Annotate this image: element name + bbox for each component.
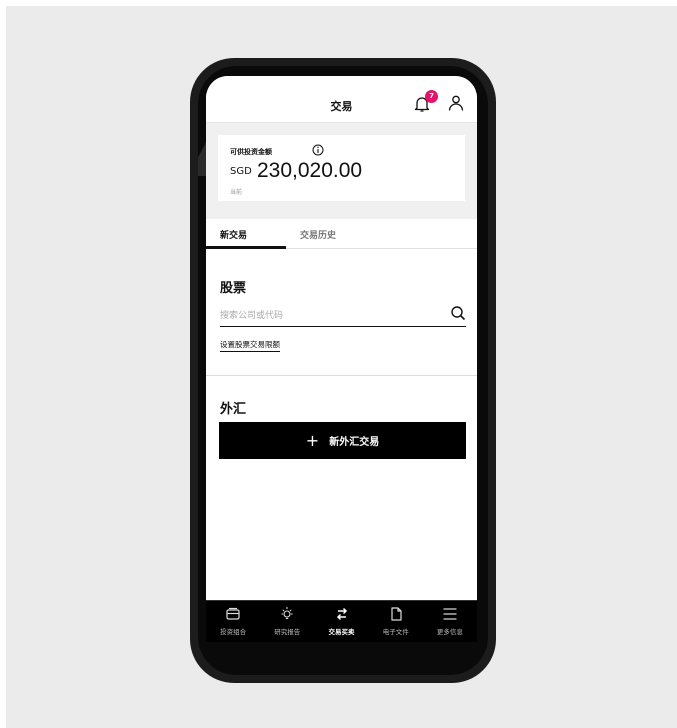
user-icon[interactable]	[447, 94, 465, 112]
info-icon[interactable]	[312, 144, 324, 156]
search-input[interactable]	[220, 306, 440, 326]
menu-icon	[443, 608, 457, 620]
set-trade-limit-link[interactable]: 设置股票交易限额	[220, 339, 280, 352]
stock-search-field	[220, 303, 466, 327]
nav-item-more[interactable]: 更多信息	[423, 601, 477, 642]
notification-badge: 7	[425, 90, 438, 103]
balance-card: 可供投资金额 SGD 230,020.00 当前	[218, 135, 465, 201]
new-fx-trade-label: 新外汇交易	[329, 437, 380, 448]
tab-new-trade[interactable]: 新交易	[220, 228, 247, 241]
active-tab-indicator	[206, 246, 286, 249]
nav-item-documents[interactable]: 电子文件	[369, 601, 423, 642]
lightbulb-icon	[281, 607, 293, 620]
balance-subtext: 当前	[230, 189, 243, 196]
fx-section-title: 外汇	[220, 402, 247, 417]
plus-icon: +	[305, 431, 320, 450]
nav-label-research: 研究报告	[274, 628, 301, 636]
nav-label-portfolio: 投资组合	[220, 628, 247, 636]
top-bar: 交易 7	[206, 76, 477, 123]
balance-currency: SGD	[230, 166, 252, 177]
app-screen: 交易 7 可供投资金额 SGD 230,020.00 当前 新交易 交易历史 股…	[206, 76, 477, 642]
nav-label-documents: 电子文件	[382, 628, 409, 636]
search-icon[interactable]	[450, 305, 466, 321]
trade-tabs: 新交易 交易历史	[206, 219, 477, 249]
tab-trade-history[interactable]: 交易历史	[300, 228, 336, 241]
section-divider	[206, 375, 477, 376]
wallet-icon	[226, 607, 240, 620]
nav-label-trade: 交易买卖	[328, 628, 355, 636]
nav-item-portfolio[interactable]: 投资组合	[206, 601, 260, 642]
nav-item-research[interactable]: 研究报告	[260, 601, 314, 642]
balance-amount: 230,020.00	[257, 159, 363, 182]
document-icon	[391, 607, 402, 621]
balance-label: 可供投资金额	[230, 148, 272, 156]
nav-label-more: 更多信息	[436, 628, 463, 636]
new-fx-trade-button[interactable]: + 新外汇交易	[219, 422, 466, 459]
stocks-section-title: 股票	[220, 281, 247, 296]
nav-item-trade[interactable]: 交易买卖	[314, 601, 368, 642]
bottom-nav: 投资组合 研究报告 交易买卖 电子文件 更多信息	[206, 600, 477, 642]
swap-arrows-icon	[336, 607, 347, 621]
